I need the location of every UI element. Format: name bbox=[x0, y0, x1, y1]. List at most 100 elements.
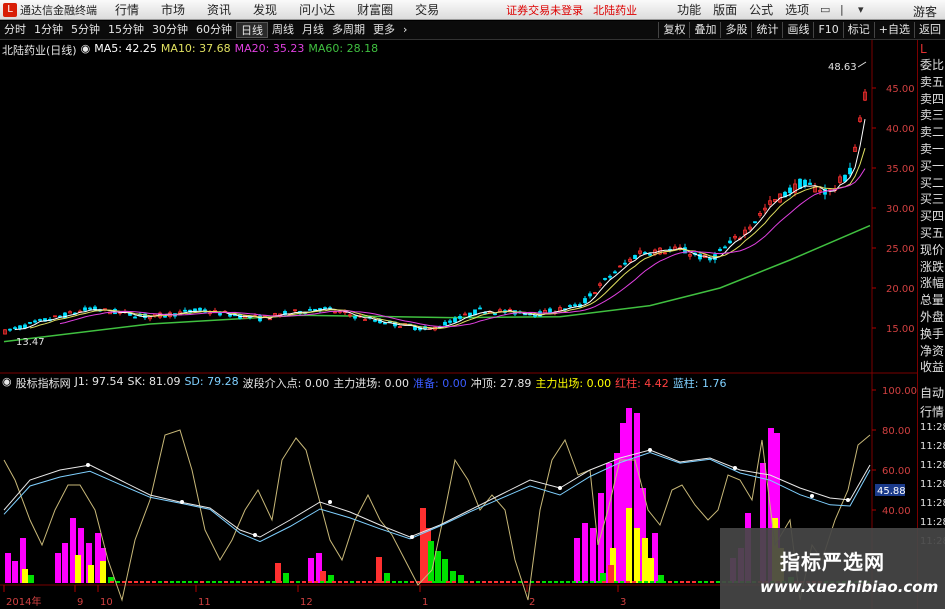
candle-body bbox=[588, 293, 592, 297]
indicator-dropdown-icon[interactable]: ◉ bbox=[2, 375, 12, 391]
baseline-bar bbox=[332, 581, 336, 583]
add-watchlist-button[interactable]: +自选 bbox=[873, 22, 914, 38]
candle-body bbox=[848, 167, 852, 175]
baseline-bar bbox=[506, 581, 510, 583]
quote-field-label[interactable]: 卖五 bbox=[920, 73, 945, 90]
quote-field-label[interactable]: 委比 bbox=[920, 56, 945, 73]
baseline-bar bbox=[668, 581, 672, 583]
quote-field-label[interactable]: 卖三 bbox=[920, 106, 945, 123]
stats-button[interactable]: 统计 bbox=[751, 22, 782, 38]
legend-blue-bar: 蓝柱: 1.76 bbox=[672, 377, 727, 390]
f10-button[interactable]: F10 bbox=[813, 22, 842, 38]
period-30min[interactable]: 30分钟 bbox=[148, 22, 192, 38]
period-timeshare[interactable]: 分时 bbox=[0, 22, 30, 38]
period-15min[interactable]: 15分钟 bbox=[104, 22, 148, 38]
candlesticks bbox=[3, 61, 867, 335]
quote-field-label[interactable]: 买二 bbox=[920, 174, 945, 191]
stock-title[interactable]: 北陆药业(日线) bbox=[2, 42, 77, 58]
period-monthly[interactable]: 月线 bbox=[298, 22, 328, 38]
quote-field-label[interactable]: 净资 bbox=[920, 342, 945, 359]
quote-field-label[interactable]: 总量 bbox=[920, 291, 945, 308]
menu-bar: L 通达信金融终端 行情 市场 资讯 发现 问小达 财富圈 交易 证券交易未登录… bbox=[0, 0, 945, 20]
baseline-bar bbox=[200, 581, 204, 583]
quote-field-label[interactable]: 买三 bbox=[920, 190, 945, 207]
stock-name-top: 北陆药业 bbox=[593, 3, 638, 17]
candle-body bbox=[803, 179, 807, 186]
quote-field-label[interactable]: 卖四 bbox=[920, 90, 945, 107]
chart-canvas[interactable]: 45.00 40.00 35.00 30.00 25.00 20.00 15.00 100.… bbox=[0, 40, 917, 609]
legend-peak: 冲顶: 27.89 bbox=[470, 377, 532, 390]
period-multi[interactable]: 多周期 bbox=[328, 22, 369, 38]
dropdown-icon[interactable]: ◉ bbox=[81, 42, 91, 58]
baseline-bar bbox=[164, 581, 168, 583]
quote-field-label[interactable]: 涨跌 bbox=[920, 258, 945, 275]
chevron-right-icon[interactable]: › bbox=[399, 22, 411, 38]
app-title: 通达信金融终端 bbox=[20, 3, 97, 17]
menu-item-market[interactable]: 市场 bbox=[161, 1, 185, 18]
mark-button[interactable]: 标记 bbox=[842, 22, 874, 38]
time-label: 11:28 bbox=[920, 479, 945, 490]
quote-field-label[interactable]: 外盘 bbox=[920, 308, 945, 325]
period-5min[interactable]: 5分钟 bbox=[67, 22, 104, 38]
quote-field-label[interactable]: 涨幅 bbox=[920, 274, 945, 291]
menu-item-ask[interactable]: 问小达 bbox=[299, 1, 335, 18]
menu-item-wealth[interactable]: 财富圈 bbox=[357, 1, 393, 18]
panel-logo-icon: L bbox=[920, 42, 927, 56]
guest-label[interactable]: 游客 bbox=[913, 3, 937, 20]
quote-field-label[interactable]: 卖一 bbox=[920, 140, 945, 157]
settings-icon[interactable]: ▾ bbox=[858, 3, 864, 16]
baseline-bar bbox=[302, 581, 306, 583]
period-more[interactable]: 更多 bbox=[369, 22, 399, 38]
magenta-bar bbox=[5, 553, 11, 583]
baseline-bar bbox=[560, 581, 564, 583]
baseline-bar bbox=[368, 581, 372, 583]
back-button[interactable]: 返回 bbox=[914, 22, 945, 38]
auto-quote-label[interactable]: 行情 bbox=[920, 403, 945, 420]
period-weekly[interactable]: 周线 bbox=[268, 22, 298, 38]
quote-field-label[interactable]: 买一 bbox=[920, 157, 945, 174]
menu-item-quotes[interactable]: 行情 bbox=[115, 1, 139, 18]
menu-item-news[interactable]: 资讯 bbox=[207, 1, 231, 18]
indicator-title[interactable]: 股标指标网 bbox=[16, 375, 71, 391]
period-daily[interactable]: 日线 bbox=[236, 22, 268, 38]
minimize-icon[interactable]: ▭ bbox=[820, 3, 830, 16]
multi-stock-button[interactable]: 多股 bbox=[720, 22, 751, 38]
baseline-bar bbox=[602, 581, 606, 583]
menu-function[interactable]: 功能 bbox=[677, 1, 701, 18]
login-warning[interactable]: 证券交易未登录 bbox=[506, 2, 583, 18]
menu-options[interactable]: 选项 bbox=[785, 1, 809, 18]
draw-line-button[interactable]: 画线 bbox=[782, 22, 813, 38]
price-tick-label: 40.00 bbox=[886, 124, 915, 135]
menu-formula[interactable]: 公式 bbox=[749, 1, 773, 18]
baseline-bar bbox=[326, 581, 330, 583]
baseline-bar bbox=[218, 581, 222, 583]
quote-field-label[interactable]: 买四 bbox=[920, 207, 945, 224]
baseline-bar bbox=[422, 581, 426, 583]
menu-layout[interactable]: 版面 bbox=[713, 1, 737, 18]
menu-item-discover[interactable]: 发现 bbox=[253, 1, 277, 18]
red-bar bbox=[376, 557, 382, 583]
green-bar bbox=[428, 541, 434, 583]
baseline-bar bbox=[704, 581, 708, 583]
quote-field-label[interactable]: 换手 bbox=[920, 325, 945, 342]
candle-body bbox=[18, 325, 22, 330]
quote-field-label[interactable]: 收益 bbox=[920, 358, 945, 375]
candle-body bbox=[493, 313, 497, 316]
quote-field-label[interactable]: 现价 bbox=[920, 241, 945, 258]
candle-body bbox=[28, 322, 32, 324]
period-1min[interactable]: 1分钟 bbox=[30, 22, 67, 38]
baseline-bar bbox=[638, 581, 642, 583]
baseline-bar bbox=[512, 581, 516, 583]
menu-item-trade[interactable]: 交易 bbox=[415, 1, 439, 18]
candle-body bbox=[453, 318, 457, 323]
main-legend: 北陆药业(日线) ◉ MA5: 42.25 MA10: 37.68 MA20: … bbox=[2, 42, 378, 58]
auto-quote-label[interactable]: 自动 bbox=[920, 384, 945, 401]
baseline-bar bbox=[566, 581, 570, 583]
quote-field-label[interactable]: 卖二 bbox=[920, 123, 945, 140]
crossover-dot bbox=[180, 500, 184, 504]
ma10-value: MA10: 37.68 bbox=[160, 42, 231, 55]
overlay-button[interactable]: 叠加 bbox=[689, 22, 720, 38]
quote-field-label[interactable]: 买五 bbox=[920, 224, 945, 241]
period-60min[interactable]: 60分钟 bbox=[192, 22, 236, 38]
adjust-button[interactable]: 复权 bbox=[658, 22, 689, 38]
